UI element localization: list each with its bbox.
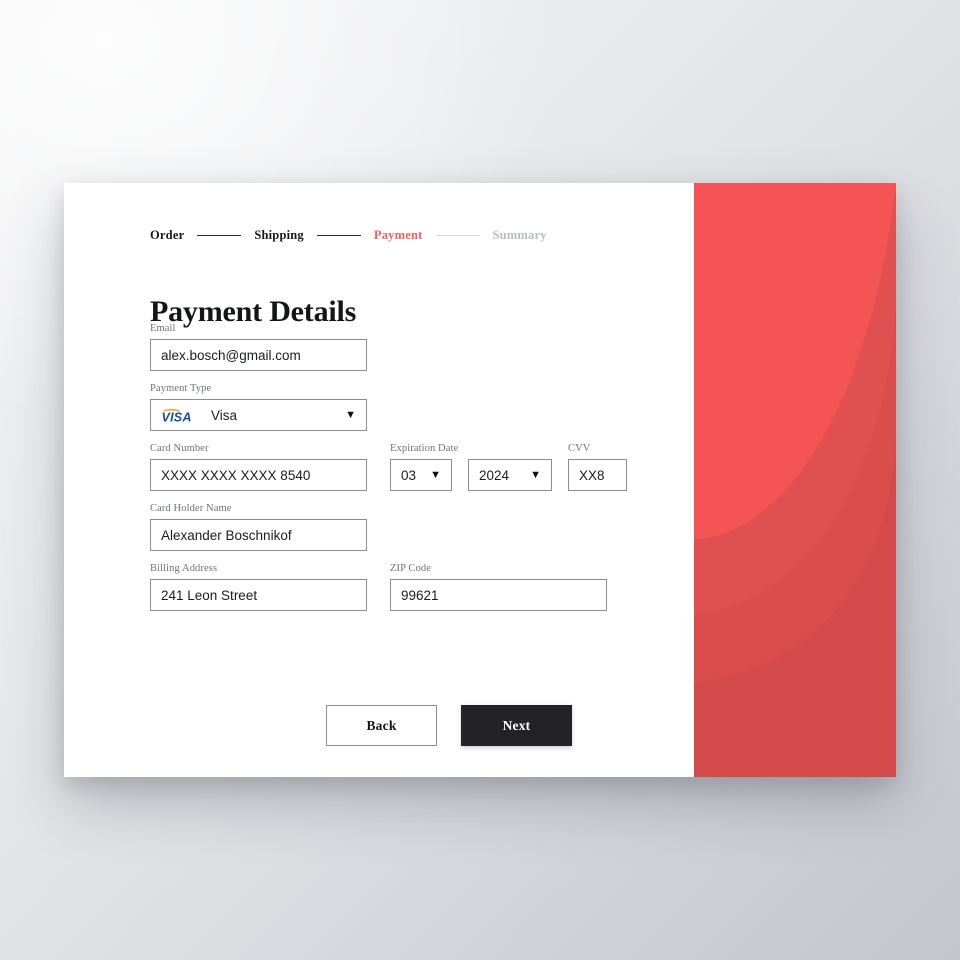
field-expiration-date: Expiration Date 03 ▼ 2024 ▼ (390, 443, 552, 491)
expiration-month-value: 03 (401, 467, 417, 483)
field-card-number: Card Number XXXX XXXX XXXX 8540 (150, 443, 367, 491)
red-arc-panel (694, 183, 896, 777)
cvv-input[interactable]: XX8 (568, 459, 627, 491)
payment-type-select[interactable]: VISA Visa ▼ (150, 399, 367, 431)
form-actions: Back Next (326, 705, 572, 746)
card-number-input-value: XXXX XXXX XXXX 8540 (161, 467, 311, 483)
expiration-year-select[interactable]: 2024 ▼ (468, 459, 552, 491)
field-payment-type: Payment Type VISA Visa ▼ (150, 383, 367, 431)
svg-text:VISA: VISA (162, 410, 192, 423)
payment-type-value-group: VISA Visa (161, 407, 238, 423)
next-button[interactable]: Next (461, 705, 572, 746)
form-row-payment-type: Payment Type VISA Visa ▼ (150, 383, 650, 431)
label-billing-address: Billing Address (150, 563, 218, 574)
card-holder-name-input-value: Alexander Boschnikof (161, 527, 292, 543)
field-zip-code: ZIP Code 99621 (390, 563, 607, 611)
zip-code-input[interactable]: 99621 (390, 579, 607, 611)
billing-address-input-value: 241 Leon Street (161, 587, 258, 603)
label-cvv: CVV (568, 443, 591, 454)
payment-form-panel: Order Shipping Payment Summary Payment D… (64, 183, 694, 777)
stepper-step-shipping[interactable]: Shipping (254, 228, 304, 243)
label-card-number: Card Number (150, 443, 209, 454)
stepper-step-summary[interactable]: Summary (493, 228, 547, 243)
chevron-down-icon: ▼ (345, 408, 356, 421)
form-row-card-holder: Card Holder Name Alexander Boschnikof (150, 503, 650, 551)
form-row-card: Card Number XXXX XXXX XXXX 8540 Expirati… (150, 443, 650, 491)
billing-address-input[interactable]: 241 Leon Street (150, 579, 367, 611)
stepper-connector-2 (316, 235, 361, 236)
form-row-email: Email alex.bosch@gmail.com (150, 323, 650, 371)
checkout-card: Order Shipping Payment Summary Payment D… (64, 183, 896, 777)
visa-logo: VISA (161, 408, 201, 423)
field-card-holder-name: Card Holder Name Alexander Boschnikof (150, 503, 367, 551)
chevron-down-icon: ▼ (430, 468, 441, 481)
expiration-year-value: 2024 (479, 467, 510, 483)
checkout-stepper: Order Shipping Payment Summary (150, 228, 547, 243)
stepper-connector-3 (435, 235, 480, 236)
zip-code-input-value: 99621 (401, 587, 439, 603)
email-input[interactable]: alex.bosch@gmail.com (150, 339, 367, 371)
form-row-billing: Billing Address 241 Leon Street ZIP Code… (150, 563, 650, 611)
field-cvv: CVV XX8 (568, 443, 627, 491)
payment-form: Email alex.bosch@gmail.com Payment Type (150, 323, 650, 611)
red-arc-graphic (694, 183, 896, 777)
email-input-value: alex.bosch@gmail.com (161, 347, 301, 363)
label-zip-code: ZIP Code (390, 563, 431, 574)
label-card-holder-name: Card Holder Name (150, 503, 232, 514)
card-number-input[interactable]: XXXX XXXX XXXX 8540 (150, 459, 367, 491)
field-billing-address: Billing Address 241 Leon Street (150, 563, 367, 611)
payment-type-value: Visa (211, 407, 238, 423)
stepper-connector-1 (197, 235, 242, 236)
label-email: Email (150, 323, 176, 334)
label-expiration-date: Expiration Date (390, 443, 459, 454)
back-button[interactable]: Back (326, 705, 437, 746)
chevron-down-icon: ▼ (530, 468, 541, 481)
stepper-step-order[interactable]: Order (150, 228, 184, 243)
cvv-input-value: XX8 (579, 467, 605, 483)
label-payment-type: Payment Type (150, 383, 212, 394)
expiration-month-select[interactable]: 03 ▼ (390, 459, 452, 491)
stepper-step-payment[interactable]: Payment (374, 228, 423, 243)
card-holder-name-input[interactable]: Alexander Boschnikof (150, 519, 367, 551)
field-email: Email alex.bosch@gmail.com (150, 323, 367, 371)
